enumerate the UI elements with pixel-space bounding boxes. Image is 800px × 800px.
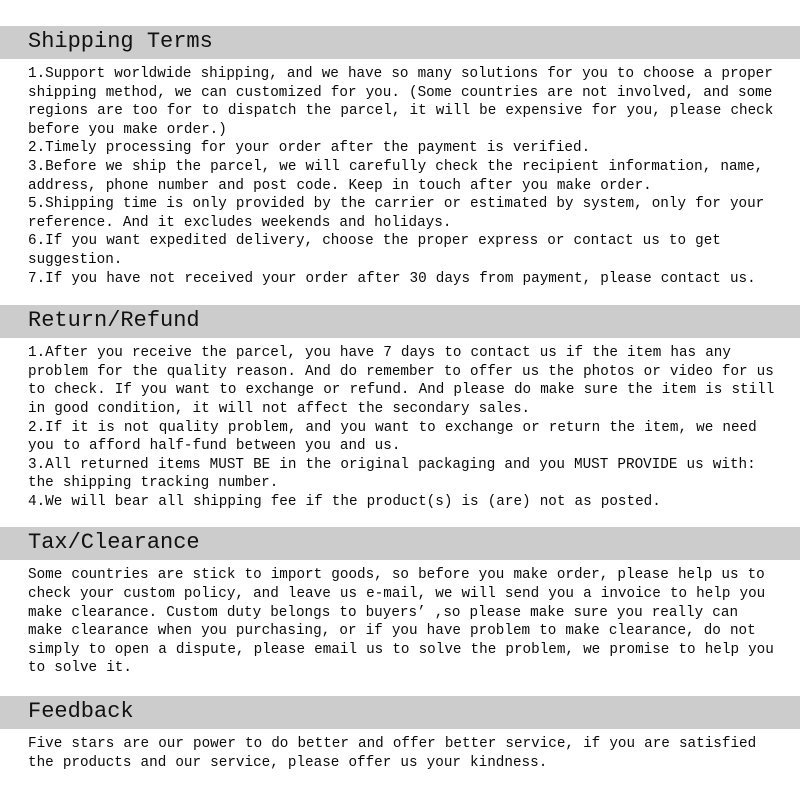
section-feedback: Feedback Five stars are our power to do … <box>0 696 800 776</box>
section-spacer-3 <box>0 682 800 696</box>
section-header-tax-clearance: Tax/Clearance <box>0 527 800 561</box>
section-shipping-terms: Shipping Terms 1.Support worldwide shipp… <box>0 26 800 292</box>
section-text-return-refund: 1.After you receive the parcel, you have… <box>28 345 775 510</box>
section-text-shipping-terms: 1.Support worldwide shipping, and we hav… <box>28 66 774 287</box>
section-heading-shipping-terms: Shipping Terms <box>28 29 213 54</box>
policy-document-page: Shipping Terms 1.Support worldwide shipp… <box>0 0 800 800</box>
section-body-shipping-terms: 1.Support worldwide shipping, and we hav… <box>0 59 800 292</box>
section-header-return-refund: Return/Refund <box>0 305 800 339</box>
section-heading-tax-clearance: Tax/Clearance <box>28 530 200 556</box>
section-spacer-2 <box>0 515 800 527</box>
section-heading-return-refund: Return/Refund <box>28 308 200 334</box>
section-tax-clearance: Tax/Clearance Some countries are stick t… <box>0 527 800 682</box>
section-body-tax-clearance: Some countries are stick to import goods… <box>0 560 800 682</box>
section-text-tax-clearance: Some countries are stick to import goods… <box>28 567 783 677</box>
section-text-feedback: Five stars are our power to do better an… <box>28 736 766 771</box>
section-header-feedback: Feedback <box>0 696 800 730</box>
section-return-refund: Return/Refund 1.After you receive the pa… <box>0 305 800 515</box>
section-header-shipping-terms: Shipping Terms <box>0 26 800 59</box>
section-spacer-1 <box>0 292 800 305</box>
section-heading-feedback: Feedback <box>28 699 134 725</box>
top-spacer <box>0 0 800 26</box>
section-body-return-refund: 1.After you receive the parcel, you have… <box>0 338 800 515</box>
section-body-feedback: Five stars are our power to do better an… <box>0 729 800 776</box>
